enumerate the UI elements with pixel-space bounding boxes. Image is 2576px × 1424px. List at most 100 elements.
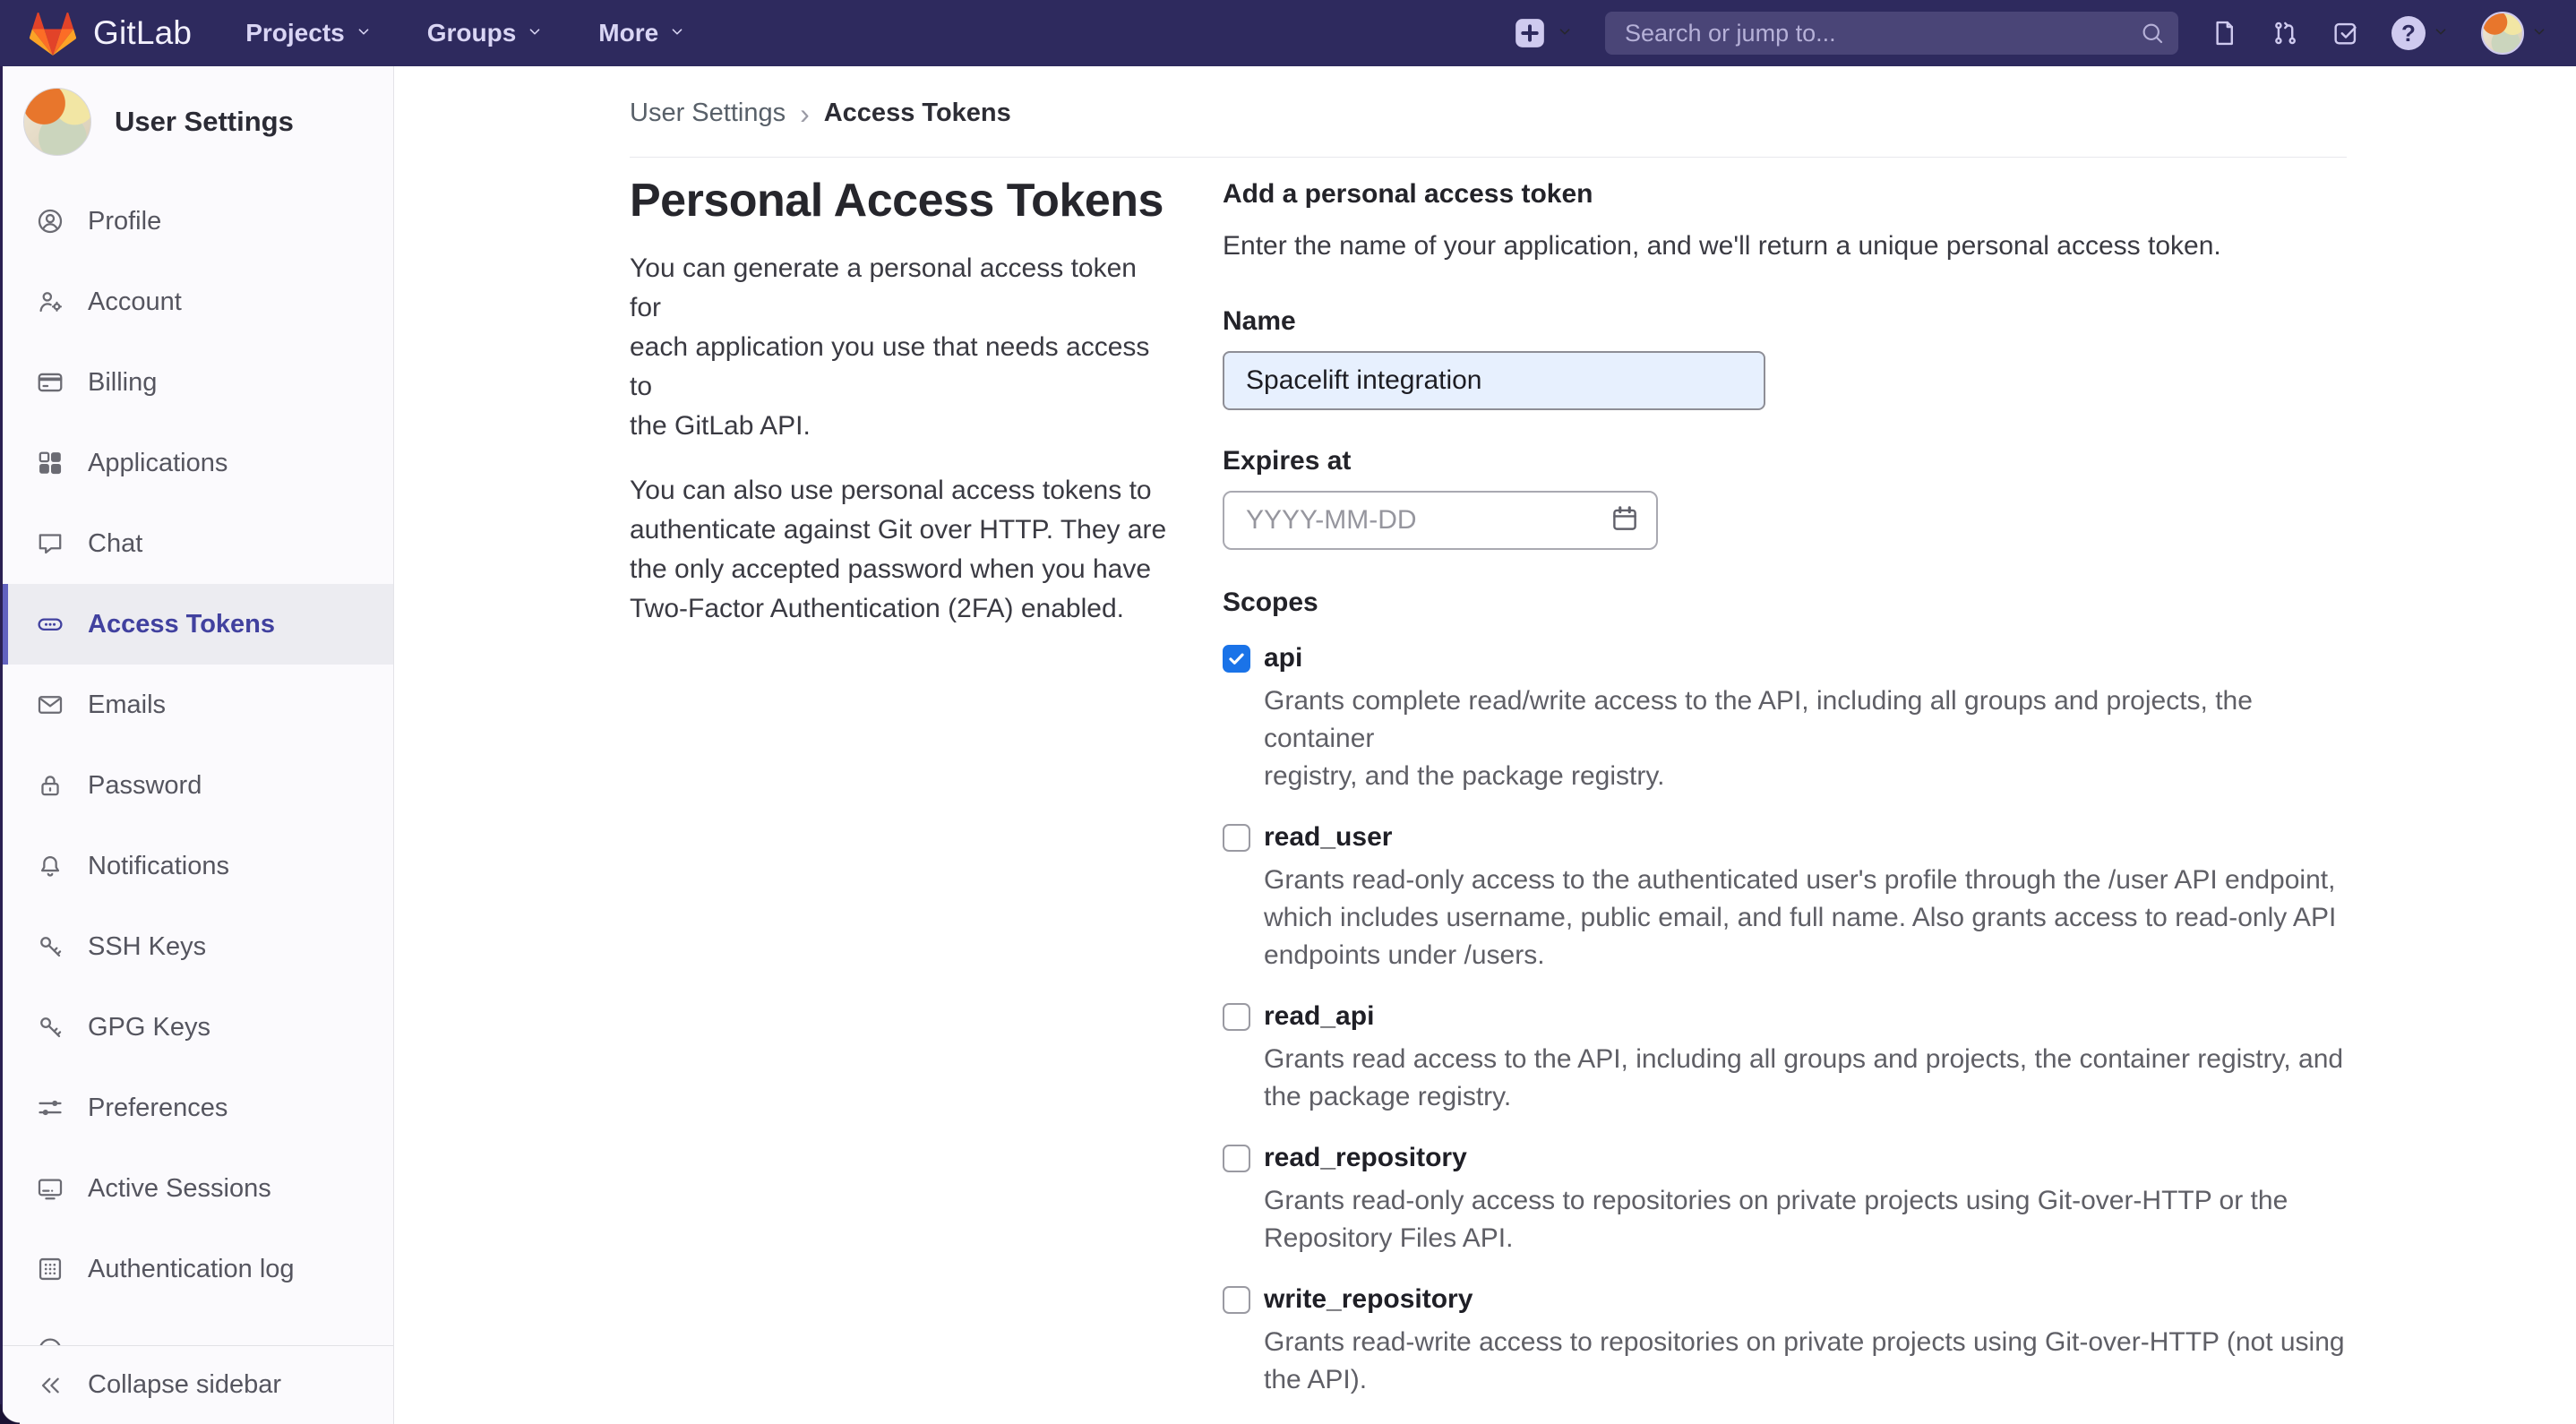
- scope-description: Grants complete read/write access to the…: [1264, 682, 2347, 795]
- document-icon[interactable]: [2209, 18, 2239, 48]
- nav-menu-more[interactable]: More: [598, 19, 687, 47]
- expires-at-input[interactable]: [1223, 491, 1658, 550]
- sidebar-item-ssh-keys[interactable]: SSH Keys: [0, 906, 393, 987]
- nav-menu-projects[interactable]: Projects: [245, 19, 374, 47]
- nav-menu-label: More: [598, 19, 658, 47]
- sidebar-title: User Settings: [115, 106, 294, 138]
- window-edge: [0, 66, 3, 1424]
- chevron-down-icon: [2529, 21, 2549, 46]
- sidebar-item-active-sessions[interactable]: Active Sessions: [0, 1148, 393, 1229]
- gitlab-logo[interactable]: GitLab: [27, 9, 192, 57]
- user-menu[interactable]: [2481, 12, 2549, 55]
- breadcrumb-parent[interactable]: User Settings: [630, 99, 786, 128]
- token-form: Add a personal access token Enter the na…: [1223, 174, 2347, 1424]
- brand-name: GitLab: [93, 14, 192, 52]
- breadcrumb-current: Access Tokens: [824, 99, 1011, 128]
- settings-sidebar: User Settings Profile Account Billing Ap…: [0, 66, 394, 1424]
- chevron-down-icon: [667, 19, 687, 47]
- scope-row-api: api Grants complete read/write access to…: [1223, 643, 2347, 795]
- sidebar-item-label: Notifications: [88, 852, 229, 881]
- sidebar-item-label: Billing: [88, 368, 157, 398]
- nav-menu-label: Projects: [245, 19, 345, 47]
- chevron-down-icon: [525, 19, 545, 47]
- keypad-icon: [36, 1255, 64, 1283]
- sidebar-item-applications[interactable]: Applications: [0, 423, 393, 503]
- chevron-down-icon: [354, 19, 374, 47]
- gitlab-tanuki-icon: [27, 9, 79, 57]
- collapse-sidebar-button[interactable]: Collapse sidebar: [0, 1345, 393, 1424]
- sidebar-item-authentication-log[interactable]: Authentication log: [0, 1229, 393, 1309]
- new-item-dropdown[interactable]: [1512, 15, 1575, 51]
- sidebar-header: User Settings: [0, 66, 393, 156]
- sidebar-item-access-tokens[interactable]: Access Tokens: [0, 584, 393, 665]
- window-corner: [0, 1404, 20, 1424]
- help-menu[interactable]: ?: [2391, 16, 2451, 50]
- scope-row-write_repository: write_repository Grants read-write acces…: [1223, 1284, 2347, 1399]
- sliders-icon: [36, 1094, 64, 1122]
- page-description-2: You can also use personal access tokens …: [630, 471, 1167, 629]
- sidebar-item-label: Account: [88, 287, 182, 317]
- todo-check-icon[interactable]: [2331, 18, 2361, 48]
- scope-row-read_repository: read_repository Grants read-only access …: [1223, 1143, 2347, 1257]
- sidebar-item-label: Applications: [88, 449, 228, 478]
- nav-menu-label: Groups: [427, 19, 517, 47]
- check-icon: [1227, 649, 1246, 668]
- sidebar-item-password[interactable]: Password: [0, 745, 393, 826]
- scope-checkbox[interactable]: [1223, 1003, 1250, 1031]
- scope-name: api: [1264, 643, 1302, 673]
- mail-icon: [36, 691, 64, 719]
- plus-square-icon: [1512, 15, 1548, 51]
- scope-name: read_repository: [1264, 1143, 1467, 1173]
- scope-checkbox[interactable]: [1223, 1286, 1250, 1314]
- user-circle-icon: [36, 207, 64, 236]
- scope-checkbox[interactable]: [1223, 645, 1250, 673]
- sidebar-item-label: Emails: [88, 691, 166, 720]
- sidebar-item-label: Access Tokens: [88, 610, 275, 639]
- chat-icon: [36, 529, 64, 558]
- sidebar-item-label: Authentication log: [88, 1255, 295, 1284]
- sidebar-item-gpg-keys[interactable]: GPG Keys: [0, 987, 393, 1068]
- scope-name: write_repository: [1264, 1284, 1473, 1315]
- scope-checkbox[interactable]: [1223, 824, 1250, 852]
- search-input[interactable]: [1605, 12, 2178, 55]
- scope-description: Grants read-only access to repositories …: [1264, 1182, 2347, 1257]
- collapse-sidebar-label: Collapse sidebar: [88, 1370, 281, 1400]
- nav-menus: Projects Groups More: [245, 19, 687, 47]
- sidebar-item-label: Chat: [88, 529, 142, 559]
- lock-icon: [36, 771, 64, 800]
- apps-grid-icon: [36, 449, 64, 477]
- nav-menu-groups[interactable]: Groups: [427, 19, 545, 47]
- scope-row-read_api: read_api Grants read access to the API, …: [1223, 1001, 2347, 1116]
- global-search: [1605, 12, 2178, 55]
- sidebar-item-account[interactable]: Account: [0, 262, 393, 342]
- sidebar-item-preferences[interactable]: Preferences: [0, 1068, 393, 1148]
- calendar-icon[interactable]: [1610, 503, 1640, 534]
- scopes-label: Scopes: [1223, 588, 2347, 618]
- merge-request-icon[interactable]: [2270, 18, 2300, 48]
- top-navbar: GitLab Projects Groups More: [0, 0, 2576, 66]
- help-icon: ?: [2391, 16, 2426, 50]
- credit-card-icon: [36, 368, 64, 397]
- sidebar-item-billing[interactable]: Billing: [0, 342, 393, 423]
- sidebar-item-notifications[interactable]: Notifications: [0, 826, 393, 906]
- page-description: You can generate a personal access token…: [630, 249, 1167, 446]
- search-icon: [2139, 20, 2166, 47]
- scope-description: Grants read access to the API, including…: [1264, 1041, 2347, 1116]
- expires-label: Expires at: [1223, 446, 1658, 476]
- sidebar-item-label: Password: [88, 771, 202, 801]
- collapse-chevrons-icon: [36, 1371, 64, 1400]
- page-title: Personal Access Tokens: [630, 174, 1167, 227]
- key-icon: [36, 932, 64, 961]
- chevron-down-icon: [1555, 21, 1575, 46]
- scope-name: read_api: [1264, 1001, 1374, 1032]
- avatar: [2481, 12, 2524, 55]
- bell-icon: [36, 852, 64, 880]
- scopes-list: api Grants complete read/write access to…: [1223, 643, 2347, 1424]
- scope-checkbox[interactable]: [1223, 1145, 1250, 1172]
- token-name-input[interactable]: [1223, 351, 1765, 410]
- sidebar-item-chat[interactable]: Chat: [0, 503, 393, 584]
- sidebar-item-emails[interactable]: Emails: [0, 665, 393, 745]
- sidebar-item-profile[interactable]: Profile: [0, 181, 393, 262]
- sidebar-item-label: SSH Keys: [88, 932, 206, 962]
- main-content: User Settings › Access Tokens Personal A…: [394, 66, 2576, 1424]
